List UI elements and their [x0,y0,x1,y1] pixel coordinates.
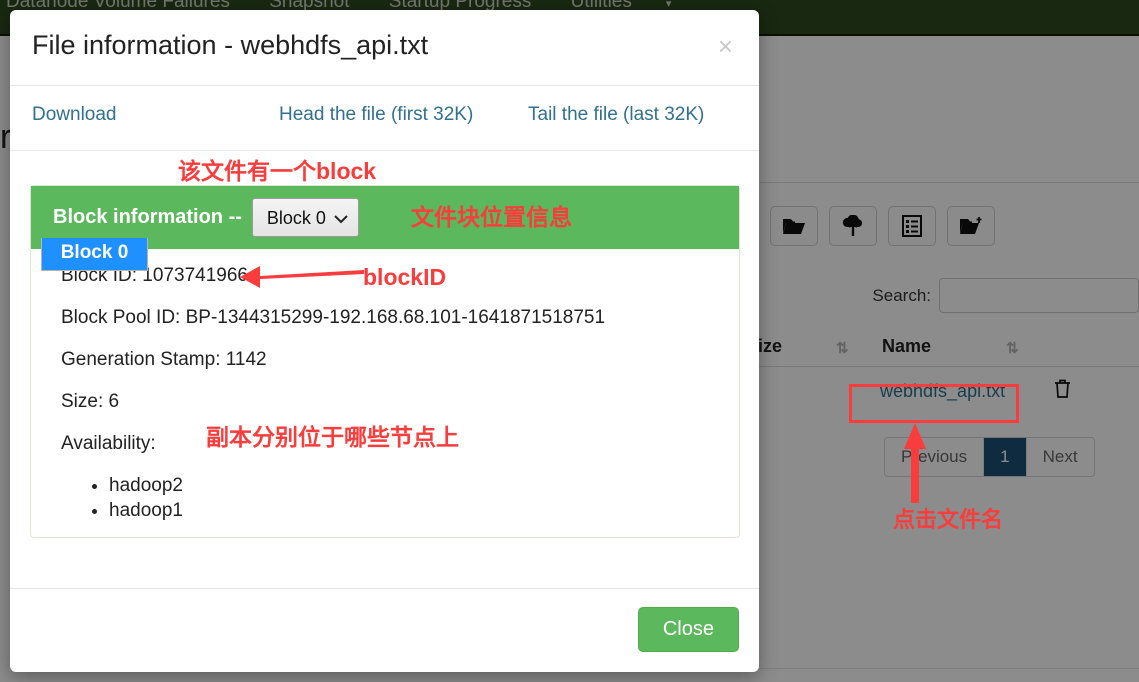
modal-header: File information - webhdfs_api.txt × [10,10,759,86]
screen: Datanode Volume Failures Snapshot Startu… [0,0,1139,682]
block-information-panel: Block information -- Block 0 Block 0 Blo… [30,185,740,538]
block-pool-id: Block Pool ID: BP-1344315299-192.168.68.… [61,307,606,328]
list-item: hadoop1 [109,500,739,522]
block-select[interactable]: Block 0 [251,198,359,237]
tail-file-link[interactable]: Tail the file (last 32K) [528,104,704,126]
close-button[interactable]: Close [637,607,739,652]
download-link[interactable]: Download [32,104,117,126]
block-option-highlighted[interactable]: Block 0 [42,238,147,270]
availability-list: hadoop2 hadoop1 [61,475,739,522]
head-file-link[interactable]: Head the file (first 32K) [279,104,473,126]
block-details: Block ID: 1073741966 Block Pool ID: BP-1… [31,249,739,522]
close-icon[interactable]: × [712,32,739,60]
generation-stamp: Generation Stamp: 1142 [61,349,267,370]
list-item: hadoop2 [109,475,739,497]
block-size: Size: 6 [61,391,120,412]
block-select-dropdown[interactable]: Block 0 [41,238,148,271]
block-panel-label: Block information -- [53,206,242,228]
block-select-wrapper: Block 0 [242,198,359,237]
availability-label: Availability: [61,433,156,454]
modal-footer: Close [10,588,759,672]
file-information-modal: File information - webhdfs_api.txt × Dow… [10,10,759,672]
block-id: Block ID: 1073741966 [61,265,248,286]
modal-title: File information - webhdfs_api.txt [32,30,429,60]
file-actions-row: Download Head the file (first 32K) Tail … [10,86,759,151]
